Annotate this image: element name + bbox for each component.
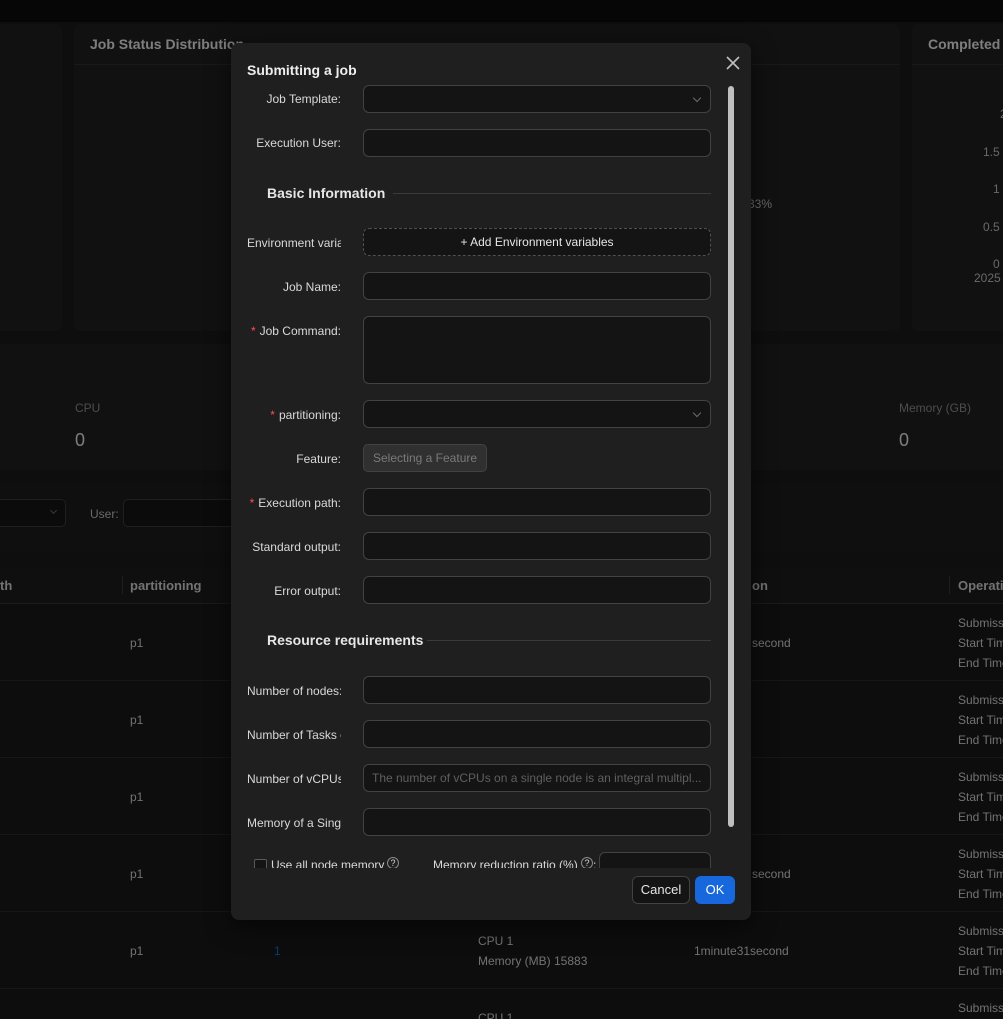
partitioning-select[interactable] [363, 400, 711, 428]
modal-body: Job Template: Execution User: Basic Info… [231, 83, 751, 868]
modal-scrollbar[interactable] [728, 86, 734, 869]
add-env-vars-button[interactable]: + Add Environment variables [363, 228, 711, 256]
use-all-memory-checkbox[interactable] [254, 859, 267, 868]
memory-single-label: Memory of a Singl [247, 816, 341, 830]
modal-title: Submitting a job [247, 62, 357, 78]
memory-reduction-label: Memory reduction ratio (%) [433, 858, 578, 868]
use-all-memory-label: Use all node memory [271, 858, 385, 868]
num-nodes-input[interactable] [363, 676, 711, 704]
memory-reduction-input[interactable] [599, 852, 711, 868]
error-output-input[interactable] [363, 576, 711, 604]
num-tasks-input[interactable] [363, 720, 711, 748]
job-command-label: * Job Command: [250, 324, 341, 338]
num-vcpus-placeholder: The number of vCPUs on a single node is … [372, 771, 702, 785]
job-command-textarea[interactable] [363, 316, 711, 384]
env-vars-label: Environment variat [247, 236, 341, 250]
close-icon[interactable] [723, 53, 743, 73]
required-marker: * [270, 408, 275, 422]
execution-path-label: * Execution path: [249, 496, 341, 510]
job-name-input[interactable] [363, 272, 711, 300]
num-nodes-label: Number of nodes: [247, 684, 341, 698]
execution-user-input[interactable] [363, 129, 711, 157]
help-icon[interactable]: ? [581, 857, 593, 868]
colon-text: : [593, 858, 597, 868]
num-vcpus-input[interactable]: The number of vCPUs on a single node is … [363, 764, 711, 792]
submit-job-modal: Submitting a job Job Template: Execution… [231, 43, 751, 920]
resource-section-title: Resource requirements [267, 632, 424, 648]
job-template-select[interactable] [363, 85, 711, 113]
job-name-label: Job Name: [282, 280, 341, 294]
num-vcpus-label: Number of vCPUs [247, 772, 341, 786]
section-divider [427, 640, 711, 641]
memory-single-input[interactable] [363, 808, 711, 836]
error-output-label: Error output: [274, 584, 341, 598]
required-marker: * [249, 496, 255, 510]
standard-output-input[interactable] [363, 532, 711, 560]
cancel-button[interactable]: Cancel [632, 876, 690, 904]
ok-button[interactable]: OK [695, 876, 735, 904]
execution-path-input[interactable] [363, 488, 711, 516]
num-tasks-label: Number of Tasks o [247, 728, 341, 742]
required-marker: * [250, 324, 256, 338]
select-feature-button[interactable]: Selecting a Feature [363, 444, 487, 472]
job-template-label: Job Template: [266, 92, 342, 106]
feature-label: Feature: [296, 452, 341, 466]
scrollbar-thumb[interactable] [728, 86, 734, 827]
section-divider [393, 193, 711, 194]
execution-user-label: Execution User: [256, 136, 341, 150]
partitioning-label: * partitioning: [270, 408, 341, 422]
help-icon[interactable]: ? [387, 857, 399, 868]
basic-info-section-title: Basic Information [267, 185, 386, 201]
standard-output-label: Standard output: [252, 540, 341, 554]
